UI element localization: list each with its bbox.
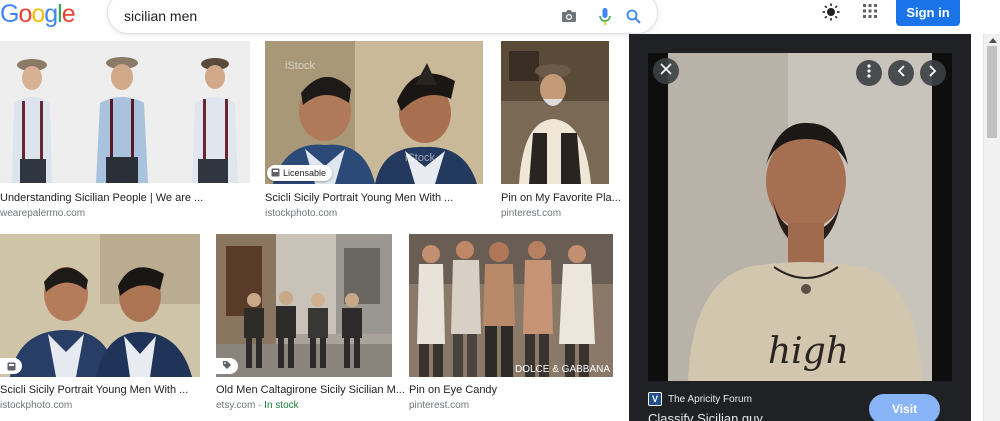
result-source: istockphoto.com — [265, 208, 338, 219]
site-logo-icon: V — [648, 392, 662, 406]
more-options-button[interactable] — [856, 60, 882, 86]
result-caption[interactable]: Understanding Sicilian People | We are .… — [0, 192, 203, 204]
result-image[interactable] — [0, 41, 250, 183]
chevron-left-icon — [897, 64, 905, 82]
image-type-badge[interactable] — [0, 358, 22, 374]
shirt-print-text: high — [768, 331, 849, 372]
result-image[interactable] — [216, 234, 392, 377]
search-box[interactable] — [107, 0, 658, 34]
previous-button[interactable] — [888, 60, 914, 86]
result-caption[interactable]: Pin on Eye Candy — [409, 384, 497, 396]
image-preview-panel: high V The Apricity Forum Classify Sicil… — [629, 34, 971, 421]
search-icon[interactable] — [624, 7, 642, 25]
scroll-up-arrow-icon[interactable] — [989, 38, 997, 43]
logo-letter-o1: o — [18, 0, 32, 28]
chevron-right-icon — [929, 64, 937, 82]
result-source: pinterest.com — [409, 400, 470, 411]
watermark-text: iStock — [285, 60, 315, 72]
logo-letter-g2: g — [44, 0, 58, 28]
licensable-badge[interactable]: Licensable — [267, 165, 333, 181]
close-button[interactable] — [653, 58, 679, 84]
result-image[interactable] — [0, 234, 200, 377]
result-image[interactable]: iStock iStock — [265, 41, 483, 184]
in-stock-label: In stock — [264, 400, 299, 411]
result-card[interactable]: Old Men Caltagirone Sicily Sicilian M...… — [216, 234, 405, 414]
camera-icon[interactable] — [560, 7, 578, 25]
logo-letter-e: e — [61, 0, 76, 28]
next-button[interactable] — [920, 60, 946, 86]
result-source: wearepalermo.com — [0, 208, 86, 219]
preview-image[interactable]: high — [648, 53, 952, 381]
result-source: etsy.com · In stock — [216, 400, 299, 411]
result-caption[interactable]: Scicli Sicily Portrait Young Men With ..… — [0, 384, 188, 396]
logo-letter-g: G — [0, 0, 19, 28]
theme-icon[interactable] — [822, 3, 840, 21]
brand-overlay-text: DOLCE & GABBANA — [515, 364, 610, 375]
license-icon — [271, 168, 280, 179]
badge-label: Licensable — [283, 168, 327, 178]
page: Google Sign in — [0, 0, 1000, 421]
result-caption[interactable]: Old Men Caltagirone Sicily Sicilian M... — [216, 384, 405, 396]
result-card[interactable]: Scicli Sicily Portrait Young Men With ..… — [0, 234, 200, 414]
microphone-icon[interactable] — [596, 7, 614, 25]
scrollbar[interactable] — [983, 34, 1000, 421]
watermark-text: iStock — [405, 152, 435, 164]
search-input[interactable] — [124, 5, 544, 27]
result-image[interactable]: DOLCE & GABBANA — [409, 234, 613, 377]
scroll-thumb[interactable] — [987, 46, 997, 138]
tag-badge[interactable] — [216, 358, 238, 374]
apps-icon[interactable] — [862, 3, 880, 21]
result-card[interactable]: Pin on My Favorite Pla... pinterest.com — [501, 41, 621, 221]
result-source: istockphoto.com — [0, 400, 73, 411]
preview-title[interactable]: Classify Sicilian guy — [648, 411, 763, 421]
source-site[interactable]: V The Apricity Forum — [648, 391, 752, 407]
result-card[interactable]: Understanding Sicilian People | We are .… — [0, 41, 250, 221]
sign-in-button[interactable]: Sign in — [896, 0, 960, 26]
more-vert-icon — [867, 63, 871, 83]
result-card[interactable]: iStock iStock Licensable Scicli Sicily P… — [265, 41, 483, 221]
google-logo[interactable]: Google — [0, 0, 76, 28]
visit-button[interactable]: Visit — [869, 394, 940, 421]
close-icon — [660, 62, 672, 80]
result-card[interactable]: DOLCE & GABBANA Pin on Eye Candy pintere… — [409, 234, 613, 414]
result-caption[interactable]: Pin on My Favorite Pla... — [501, 192, 621, 204]
source-separator: · — [255, 400, 265, 411]
logo-letter-o2: o — [31, 0, 45, 28]
site-name: The Apricity Forum — [668, 393, 752, 405]
source-domain: etsy.com — [216, 400, 256, 411]
result-source: pinterest.com — [501, 208, 562, 219]
tag-icon — [222, 357, 232, 375]
result-image[interactable] — [501, 41, 609, 184]
result-caption[interactable]: Scicli Sicily Portrait Young Men With ..… — [265, 192, 453, 204]
header: Google Sign in — [0, 0, 1000, 34]
